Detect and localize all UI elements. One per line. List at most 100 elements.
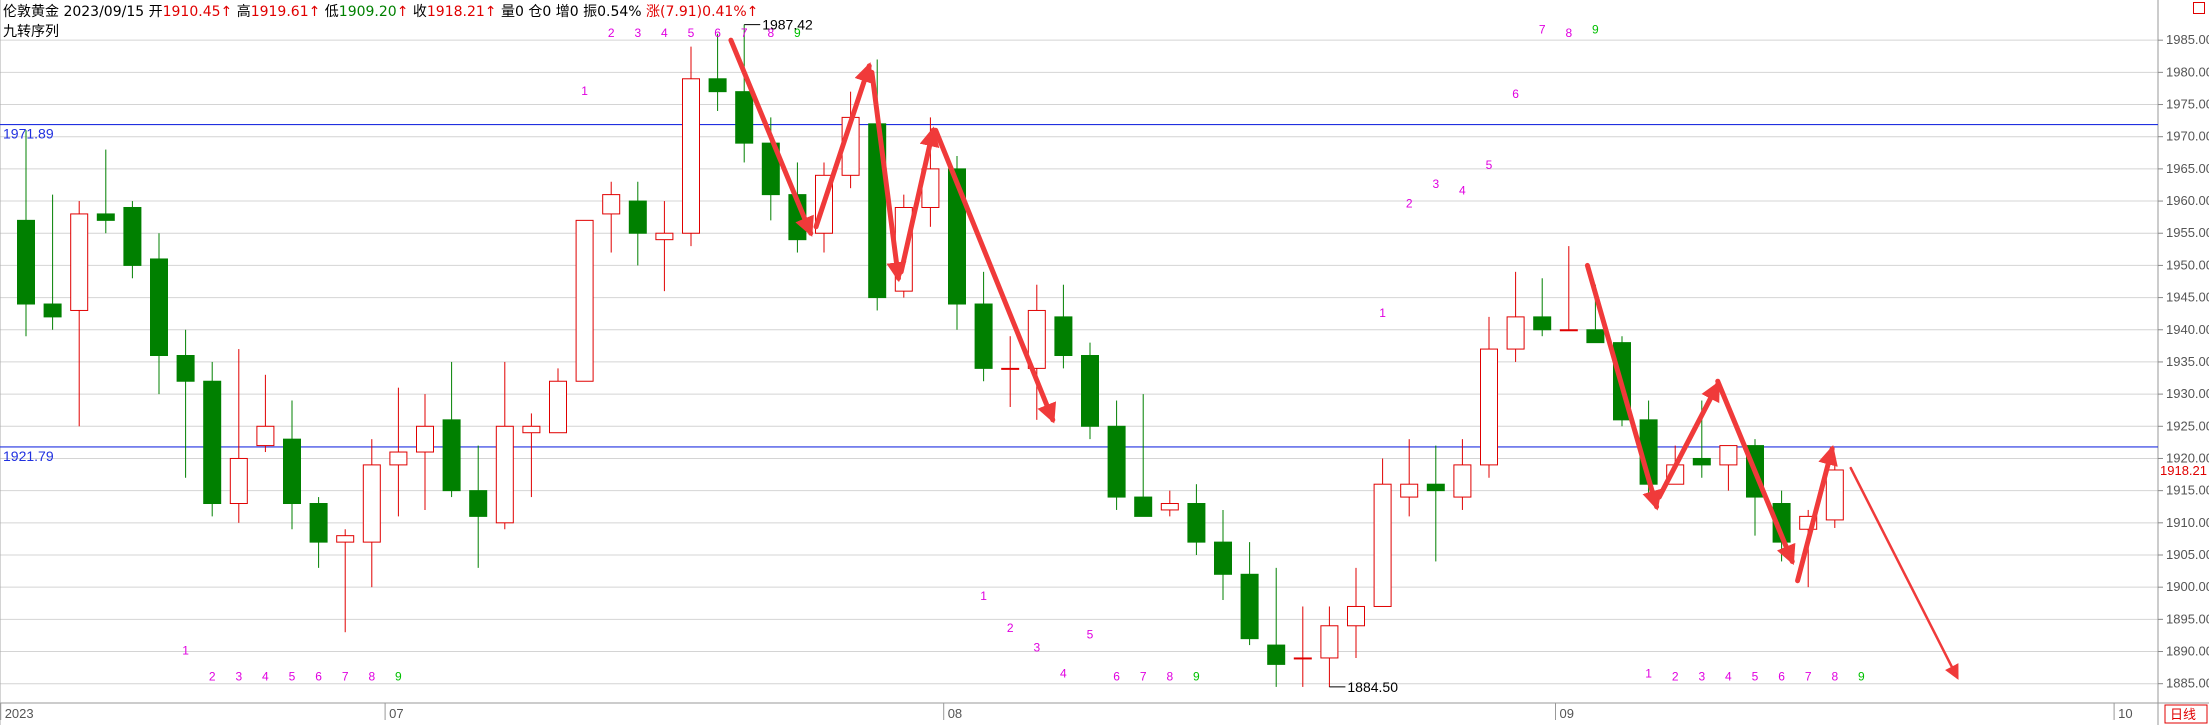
candle[interactable] <box>1107 400 1126 510</box>
candle[interactable] <box>1559 246 1578 332</box>
candle[interactable] <box>1240 542 1259 646</box>
candle[interactable] <box>1453 439 1472 510</box>
candle-body <box>1453 464 1472 498</box>
candle[interactable] <box>1400 439 1419 517</box>
sequence-mark: 1 <box>581 84 588 98</box>
candle[interactable] <box>442 361 461 498</box>
candle[interactable] <box>1347 567 1365 658</box>
sequence-mark: 4 <box>1459 184 1466 198</box>
candle-body <box>1160 503 1179 511</box>
candle[interactable] <box>96 149 115 234</box>
sequence-mark: 1 <box>1379 306 1386 320</box>
candle[interactable] <box>628 181 647 266</box>
reference-line-label: 1971.89 <box>3 126 54 142</box>
sequence-mark: 5 <box>1752 669 1759 683</box>
candle[interactable] <box>735 24 754 163</box>
candle[interactable] <box>150 233 168 395</box>
candle[interactable] <box>309 497 328 568</box>
candle[interactable] <box>1293 606 1312 687</box>
sequence-mark: 3 <box>1432 177 1439 191</box>
x-tick-label: 2023 <box>5 706 34 721</box>
y-tick-label: 1980.00 <box>2166 64 2209 79</box>
candle[interactable] <box>602 181 621 253</box>
sequence-mark: 2 <box>608 26 615 40</box>
candle-body <box>123 206 142 266</box>
candle[interactable] <box>256 374 275 453</box>
candle[interactable] <box>123 201 142 279</box>
candle[interactable] <box>1426 445 1445 562</box>
candle-body <box>70 213 89 311</box>
y-tick-label: 1885.00 <box>2166 676 2209 691</box>
candle[interactable] <box>1134 394 1153 517</box>
candle[interactable] <box>575 219 594 382</box>
candle-body <box>389 451 408 466</box>
x-tick-label: 09 <box>1560 706 1574 721</box>
annotation-label: 1987.42 <box>762 17 813 33</box>
candle-body <box>682 78 700 234</box>
candle-body <box>1240 573 1259 640</box>
candle[interactable] <box>283 400 301 530</box>
candle-body <box>708 78 727 93</box>
sequence-mark: 9 <box>1592 23 1599 37</box>
candle[interactable] <box>336 529 355 633</box>
candle[interactable] <box>1533 278 1552 337</box>
reference-line-label: 1921.79 <box>3 448 54 464</box>
period-indicator[interactable]: 日线 <box>2164 704 2208 724</box>
candle[interactable] <box>43 194 62 330</box>
candle[interactable] <box>522 413 541 498</box>
candle[interactable] <box>469 445 488 568</box>
candle[interactable] <box>974 271 993 382</box>
candle-body <box>1400 483 1419 498</box>
annotation-label: 1884.50 <box>1347 679 1398 695</box>
sequence-mark: 2 <box>1406 196 1413 210</box>
candle[interactable] <box>362 439 381 588</box>
candle[interactable] <box>416 394 434 510</box>
candle[interactable] <box>203 361 222 517</box>
candle-body <box>1719 445 1738 466</box>
candle[interactable] <box>1320 606 1339 687</box>
y-tick-label: 1950.00 <box>2166 257 2209 272</box>
candle-body <box>522 425 541 434</box>
sequence-mark: 4 <box>661 26 668 40</box>
trend-arrow <box>1584 262 1662 511</box>
candle[interactable] <box>389 387 408 517</box>
candle-body <box>1692 457 1711 466</box>
y-tick-label: 1955.00 <box>2166 225 2209 240</box>
candle-body <box>1267 644 1286 665</box>
candle[interactable] <box>1506 271 1525 362</box>
y-tick-label: 1925.00 <box>2166 418 2209 433</box>
y-tick-label: 1945.00 <box>2166 290 2209 305</box>
candle[interactable] <box>682 46 700 247</box>
candle-body <box>150 258 168 357</box>
candle[interactable] <box>1719 445 1738 491</box>
candle[interactable] <box>549 368 567 434</box>
candle[interactable] <box>229 349 248 523</box>
candle[interactable] <box>70 201 89 427</box>
candle-body <box>416 425 434 453</box>
sequence-mark: 5 <box>1087 628 1094 642</box>
candle[interactable] <box>1187 484 1206 555</box>
candle-body <box>203 380 222 505</box>
candle[interactable] <box>1001 336 1020 407</box>
candle[interactable] <box>894 194 913 298</box>
candle[interactable] <box>1267 567 1286 687</box>
sequence-mark: 6 <box>1113 669 1120 683</box>
candlestick-chart[interactable]: 1885.00 1890.00 1895.00 1900.00 1905.00 1910.… <box>0 0 2209 725</box>
candle[interactable] <box>1214 509 1232 601</box>
candle-body <box>309 503 328 543</box>
sequence-mark: 8 <box>368 669 375 683</box>
candle[interactable] <box>176 329 195 478</box>
sequence-mark: 9 <box>395 669 402 683</box>
y-tick-label: 1970.00 <box>2166 129 2209 144</box>
candle[interactable] <box>495 361 514 530</box>
period-label[interactable]: 日线 <box>2170 707 2196 722</box>
sequence-mark: 3 <box>235 669 242 683</box>
candle[interactable] <box>1081 342 1099 440</box>
sequence-mark: 7 <box>342 669 349 683</box>
candle[interactable] <box>1160 490 1179 517</box>
candle[interactable] <box>655 201 674 292</box>
candle[interactable] <box>1373 458 1392 607</box>
candle-body <box>17 219 35 305</box>
candle[interactable] <box>17 130 35 337</box>
candle[interactable] <box>1480 316 1498 478</box>
